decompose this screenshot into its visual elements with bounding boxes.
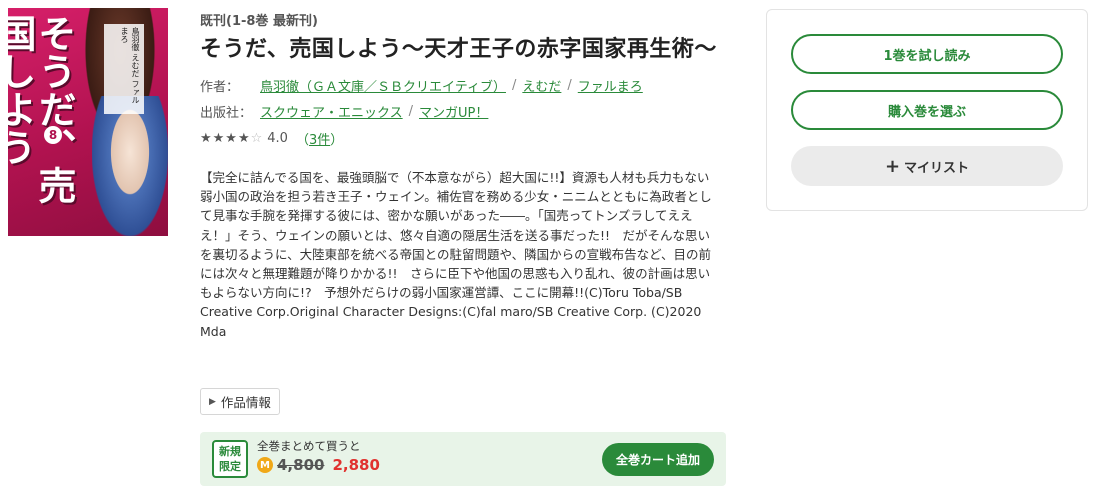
original-price: 4,800: [277, 456, 325, 474]
caret-right-icon: ▶: [209, 396, 216, 407]
cover-title-text: そうだ、売国しよう: [8, 14, 77, 204]
cover-author-band: 鳥羽徹 えむだ ファルまろ: [104, 24, 144, 114]
author-link-falmaro[interactable]: ファルまろ: [578, 76, 643, 95]
book-cover-image[interactable]: 鳥羽徹 えむだ ファルまろ そうだ、売国しよう 8: [8, 8, 168, 236]
review-count-link[interactable]: 3件: [309, 133, 330, 148]
trial-read-button[interactable]: 1巻を試し読み: [791, 34, 1063, 74]
work-info-label: 作品情報: [220, 395, 271, 410]
stars-empty: ☆: [250, 130, 264, 146]
separator: /: [511, 77, 517, 93]
cover-volume-mark: 8: [44, 126, 62, 144]
stars-filled: ★★★★: [200, 130, 251, 146]
sale-price: 2,880: [332, 456, 380, 474]
author-label: 作者：: [200, 79, 240, 95]
action-panel: 1巻を試し読み 購入巻を選ぶ + マイリスト: [766, 9, 1088, 211]
book-title: そうだ、売国しよう～天才王子の赤字国家再生術～: [200, 37, 717, 62]
badge-line1: 新規: [219, 445, 241, 458]
separator: /: [567, 77, 572, 93]
add-all-to-cart-button[interactable]: 全巻カート追加: [602, 443, 714, 476]
book-description: 【完全に詰んでる国を、最強頭脳で（不本意ながら）超大国に!!】資源も人材も兵力も…: [200, 170, 712, 339]
author-link-toba[interactable]: 鳥羽徹（ＧＡ文庫／ＳＢクリエイティブ）: [260, 76, 506, 95]
separator: /: [408, 103, 414, 119]
review-count[interactable]: （3件）: [296, 129, 343, 148]
publisher-label: 出版社：: [200, 105, 253, 121]
review-count-open: （: [295, 132, 309, 148]
mylist-label: マイリスト: [904, 160, 970, 176]
rating-row: ★★★★☆ 4.0 （3件）: [200, 128, 740, 148]
add-mylist-button[interactable]: + マイリスト: [791, 146, 1063, 186]
cover-figure-girl: [92, 96, 168, 236]
book-info: 既刊(1-8巻 最新刊) そうだ、売国しよう～天才王子の赤字国家再生術～ 作者：…: [200, 10, 740, 341]
review-count-close: ）: [330, 132, 344, 148]
price-row: M 4,800 2,880: [257, 456, 380, 474]
rating-score: 4.0: [267, 130, 288, 146]
publisher-link-square-enix[interactable]: スクウェア・エニックス: [260, 102, 403, 121]
publisher-row: 出版社： スクウェア・エニックス / マンガUP！: [200, 100, 740, 122]
coin-icon: M: [257, 457, 273, 473]
bulk-label: 全巻まとめて買うと: [257, 439, 361, 453]
new-limited-badge: 新規 限定: [212, 440, 248, 478]
release-status: 既刊(1-8巻 最新刊): [200, 14, 318, 29]
author-link-emuda[interactable]: えむだ: [522, 76, 561, 95]
badge-line2: 限定: [219, 460, 241, 473]
plus-icon: +: [884, 155, 901, 177]
author-row: 作者： 鳥羽徹（ＧＡ文庫／ＳＢクリエイティブ） / えむだ / ファルまろ: [200, 74, 740, 96]
select-volume-button[interactable]: 購入巻を選ぶ: [791, 90, 1063, 130]
star-rating-icon: ★★★★☆: [200, 131, 263, 146]
work-info-button[interactable]: ▶ 作品情報: [200, 388, 280, 415]
publisher-link-manga-up[interactable]: マンガUP！: [419, 102, 488, 121]
bulk-purchase-bar: 新規 限定 全巻まとめて買うと M 4,800 2,880 全巻カート追加: [200, 432, 726, 486]
